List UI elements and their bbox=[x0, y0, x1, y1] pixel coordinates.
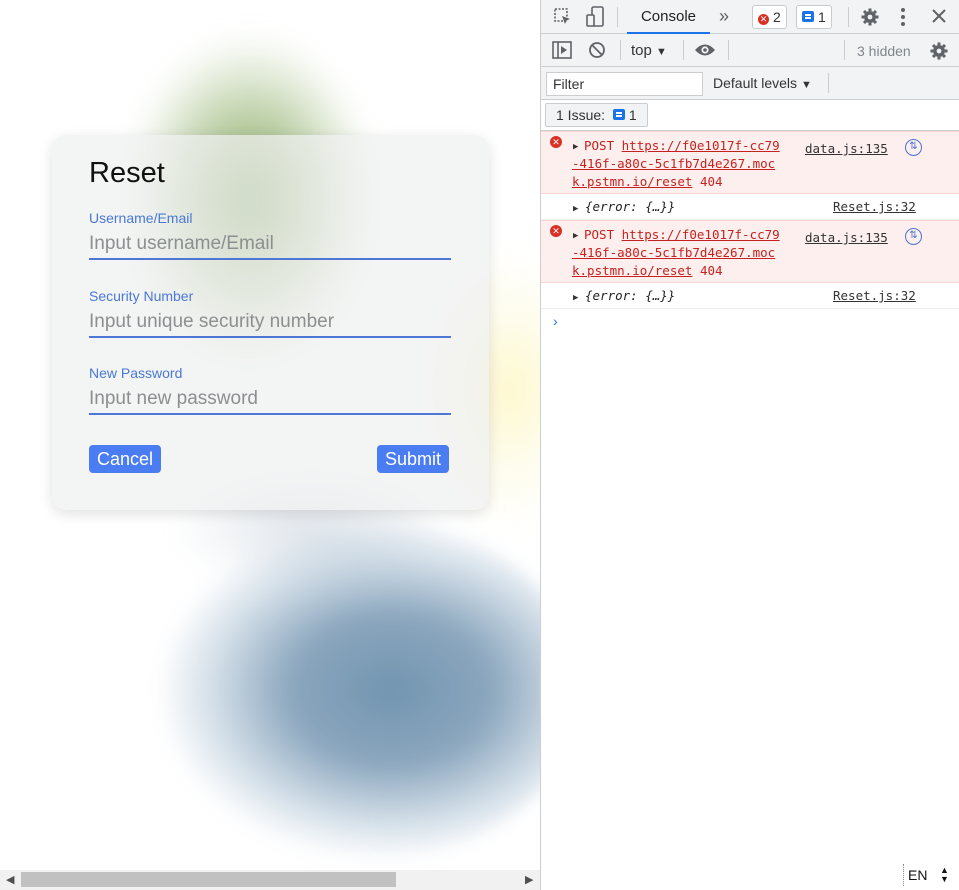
request-url-line[interactable]: -416f-a80c-5c1fb7d4e267.moc bbox=[572, 156, 775, 171]
hidden-count[interactable]: 3 hidden bbox=[857, 43, 911, 59]
device-toggle-icon[interactable] bbox=[586, 6, 606, 31]
devtools-tab-bar: Console » ✕ 2 1 bbox=[541, 0, 959, 34]
submit-button[interactable]: Submit bbox=[377, 445, 450, 473]
network-request-icon[interactable]: ⇅ bbox=[905, 228, 922, 245]
request-url-line[interactable]: https://f0e1017f-cc79 bbox=[622, 227, 780, 242]
network-request-icon[interactable]: ⇅ bbox=[905, 139, 922, 156]
toolbar-separator bbox=[617, 7, 618, 27]
error-message: POST https://f0e1017f-cc79 -416f-a80c-5c… bbox=[572, 226, 804, 280]
error-message: POST https://f0e1017f-cc79 -416f-a80c-5c… bbox=[572, 137, 804, 191]
message-icon bbox=[802, 11, 814, 22]
error-count: 2 bbox=[773, 9, 781, 25]
source-link[interactable]: Reset.js:32 bbox=[833, 287, 916, 305]
security-number-field-group: Security Number bbox=[89, 288, 451, 338]
console-toolbar: top ▼ 3 hidden bbox=[541, 34, 959, 67]
request-url-line[interactable]: k.pstmn.io/reset bbox=[572, 174, 692, 189]
inspect-icon[interactable] bbox=[553, 7, 573, 30]
devtools-panel: Console » ✕ 2 1 top ▼ 3 hidden Filter De… bbox=[540, 0, 959, 890]
page-title: Reset bbox=[89, 157, 165, 189]
security-number-input[interactable] bbox=[89, 308, 451, 338]
username-input[interactable] bbox=[89, 230, 451, 260]
log-levels-label: Default levels bbox=[713, 75, 798, 91]
error-icon: ✕ bbox=[550, 136, 562, 148]
console-error-row[interactable]: ✕ ▶ POST https://f0e1017f-cc79 -416f-a80… bbox=[541, 131, 959, 194]
gear-icon[interactable] bbox=[860, 7, 880, 30]
username-field-group: Username/Email bbox=[89, 210, 451, 260]
message-count-badge[interactable]: 1 bbox=[796, 5, 832, 29]
issues-button[interactable]: 1 Issue: 1 bbox=[545, 103, 648, 127]
reset-card: Reset Username/Email Security Number New… bbox=[52, 135, 489, 510]
context-selector[interactable]: top ▼ bbox=[631, 42, 667, 59]
status-separator bbox=[903, 864, 904, 886]
close-icon[interactable] bbox=[931, 8, 947, 27]
live-expression-icon[interactable] bbox=[694, 42, 716, 61]
status-code: 404 bbox=[699, 263, 723, 278]
issues-label: 1 Issue: bbox=[556, 107, 606, 123]
console-object-row[interactable]: ▶ {error: {…}} Reset.js:32 bbox=[541, 283, 959, 309]
expand-triangle-icon[interactable]: ▶ bbox=[573, 200, 578, 218]
username-label: Username/Email bbox=[89, 210, 193, 226]
source-link[interactable]: data.js:135 bbox=[805, 140, 888, 158]
sidebar-toggle-icon[interactable] bbox=[552, 41, 572, 62]
source-link[interactable]: data.js:135 bbox=[805, 229, 888, 247]
context-label: top bbox=[631, 42, 652, 59]
filter-bar: Default levels ▼ bbox=[541, 67, 959, 100]
toolbar-separator bbox=[728, 40, 729, 60]
error-icon: ✕ bbox=[758, 14, 769, 25]
source-link[interactable]: Reset.js:32 bbox=[833, 198, 916, 216]
filter-input[interactable] bbox=[546, 72, 703, 96]
issues-count: 1 bbox=[628, 107, 637, 123]
log-levels-dropdown[interactable]: Default levels ▼ bbox=[713, 75, 812, 91]
scrollbar-thumb[interactable] bbox=[21, 872, 396, 887]
scroll-right-icon[interactable]: ▶ bbox=[525, 873, 533, 886]
toolbar-separator bbox=[848, 7, 849, 27]
toolbar-separator bbox=[844, 40, 845, 60]
chevron-down-icon: ▼ bbox=[800, 79, 812, 91]
more-tabs-icon[interactable]: » bbox=[719, 6, 729, 27]
new-password-label: New Password bbox=[89, 365, 183, 381]
status-code: 404 bbox=[699, 174, 723, 189]
error-count-badge[interactable]: ✕ 2 bbox=[752, 5, 787, 29]
message-count: 1 bbox=[818, 9, 826, 25]
cancel-button[interactable]: Cancel bbox=[89, 445, 162, 473]
horizontal-scrollbar[interactable]: ◀ ▶ bbox=[0, 870, 540, 890]
language-indicator[interactable]: EN bbox=[908, 867, 927, 883]
error-icon: ✕ bbox=[550, 225, 562, 237]
request-url-line[interactable]: k.pstmn.io/reset bbox=[572, 263, 692, 278]
expand-triangle-icon[interactable]: ▶ bbox=[573, 289, 578, 307]
console-prompt[interactable]: › bbox=[553, 313, 558, 329]
chevron-down-icon: ▼ bbox=[656, 46, 667, 58]
tab-console[interactable]: Console bbox=[627, 0, 710, 34]
issues-bar: 1 Issue: 1 bbox=[541, 100, 959, 131]
language-switch-icon[interactable]: ▲ ▼ bbox=[940, 866, 949, 884]
console-object-row[interactable]: ▶ {error: {…}} Reset.js:32 bbox=[541, 194, 959, 220]
new-password-field-group: New Password bbox=[89, 365, 451, 415]
logged-object: {error: {…}} bbox=[585, 288, 676, 303]
request-method: POST bbox=[584, 138, 615, 153]
clear-console-icon[interactable] bbox=[588, 41, 606, 62]
console-error-row[interactable]: ✕ ▶ POST https://f0e1017f-cc79 -416f-a80… bbox=[541, 220, 959, 283]
scroll-left-icon[interactable]: ◀ bbox=[6, 873, 14, 886]
app-viewport: Reset Username/Email Security Number New… bbox=[0, 0, 540, 890]
request-url-line[interactable]: -416f-a80c-5c1fb7d4e267.moc bbox=[572, 245, 775, 260]
issue-message-icon bbox=[612, 109, 625, 120]
security-number-label: Security Number bbox=[89, 288, 194, 304]
toolbar-separator bbox=[683, 40, 684, 60]
request-url-line[interactable]: https://f0e1017f-cc79 bbox=[622, 138, 780, 153]
logged-object: {error: {…}} bbox=[585, 199, 676, 214]
request-method: POST bbox=[584, 227, 615, 242]
toolbar-separator bbox=[828, 73, 829, 93]
kebab-menu-icon[interactable] bbox=[899, 7, 907, 30]
console-settings-gear-icon[interactable] bbox=[929, 41, 949, 64]
toolbar-separator bbox=[620, 40, 621, 60]
new-password-input[interactable] bbox=[89, 385, 451, 415]
